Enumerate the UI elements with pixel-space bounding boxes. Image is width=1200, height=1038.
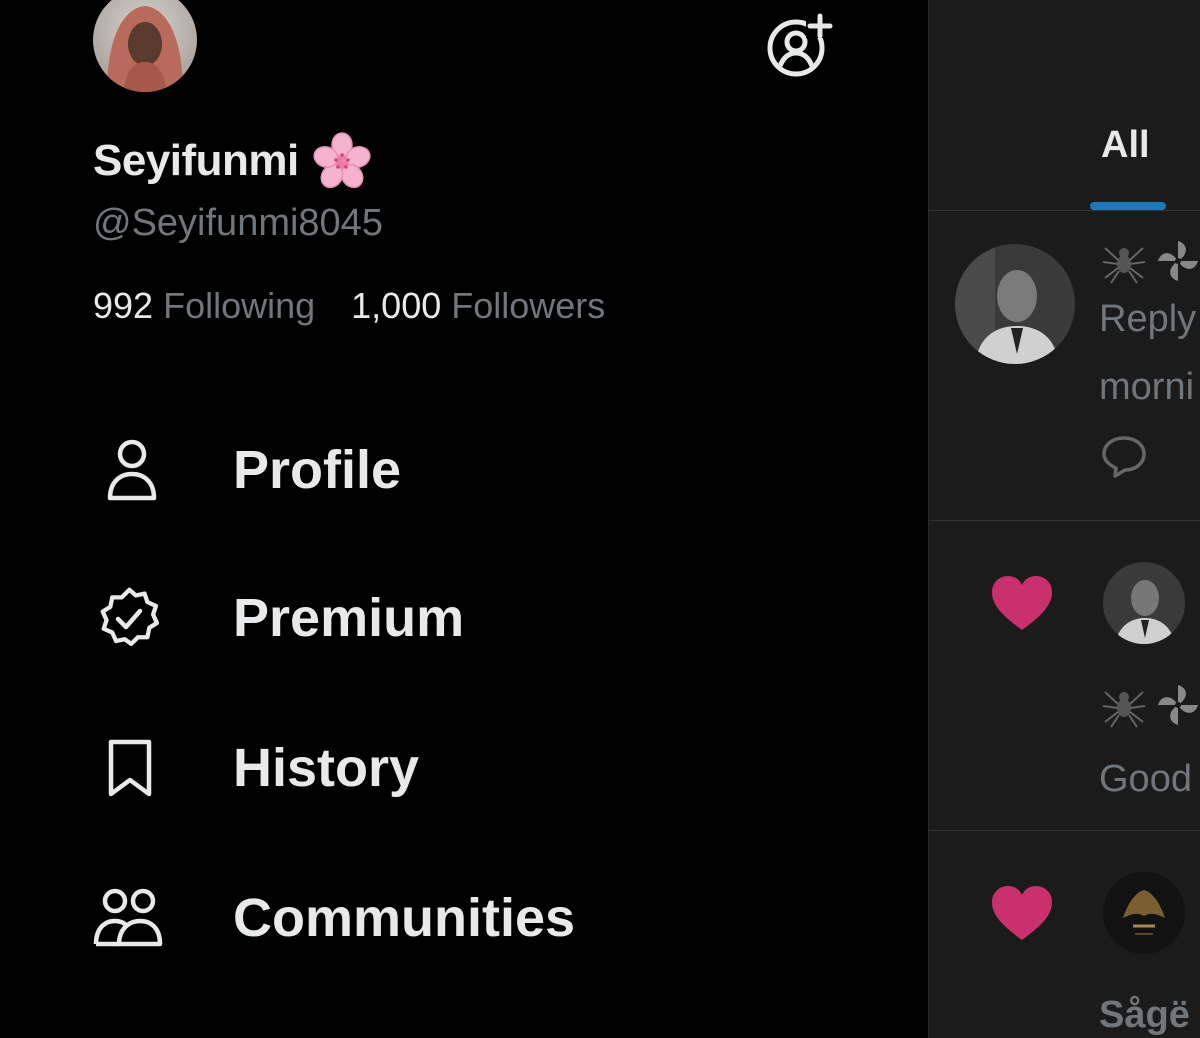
spider-icon [1102,691,1146,728]
notification-text: morni [1099,366,1195,408]
cherry-blossom-icon [313,132,371,190]
menu-item-history[interactable]: History [93,728,793,808]
notification-avatar[interactable] [1103,872,1185,954]
notification-text: Reply [1099,298,1197,340]
display-name: Seyifunmi [93,136,299,185]
notification-avatar[interactable] [955,244,1075,364]
followers-count: 1,000 [351,285,442,326]
notifications-panel[interactable]: All Reply morni Good Sågë [928,0,1200,1038]
profile-handle: @Seyifunmi8045 [93,202,383,244]
notification-avatar[interactable] [1103,562,1185,644]
menu-label-communities: Communities [233,888,576,948]
following-count: 992 [93,285,154,326]
following-stat[interactable]: 992 Following [93,285,315,327]
side-drawer: Seyifunmi @Seyifunmi8045 992 Following 1… [0,0,928,1038]
menu-item-premium[interactable]: Premium [93,578,793,658]
notification-text: Good [1099,758,1192,800]
menu-label-profile: Profile [233,440,402,500]
notification-title: Sågë [1099,994,1190,1036]
profile-avatar[interactable] [93,0,197,92]
heart-icon [990,884,1054,942]
bookmark-icon [93,733,163,803]
following-label: Following [163,285,316,326]
menu-item-communities[interactable]: Communities [93,878,793,958]
menu-label-premium: Premium [233,588,465,648]
spider-icon [1102,247,1146,284]
menu-item-profile[interactable]: Profile [93,430,793,510]
follow-stats: 992 Following 1,000 Followers [93,285,641,327]
profile-name-row[interactable]: Seyifunmi [93,132,371,190]
menu-label-history: History [233,738,420,798]
notification-emoji-row [1101,682,1200,728]
pinwheel-icon [1158,685,1198,725]
reply-icon[interactable] [1101,434,1147,483]
communities-icon [93,883,163,953]
pinwheel-icon [1158,241,1198,281]
person-icon [93,435,163,505]
divider [929,210,1200,211]
heart-icon [990,574,1054,632]
tab-active-indicator [1090,202,1166,210]
tab-all[interactable]: All [1101,124,1150,167]
verified-badge-icon [93,583,163,653]
notification-emoji-row [1101,238,1200,284]
followers-label: Followers [451,285,606,326]
divider [929,520,1200,521]
divider [929,830,1200,831]
add-account-icon[interactable] [766,12,834,78]
followers-stat[interactable]: 1,000 Followers [351,285,605,327]
